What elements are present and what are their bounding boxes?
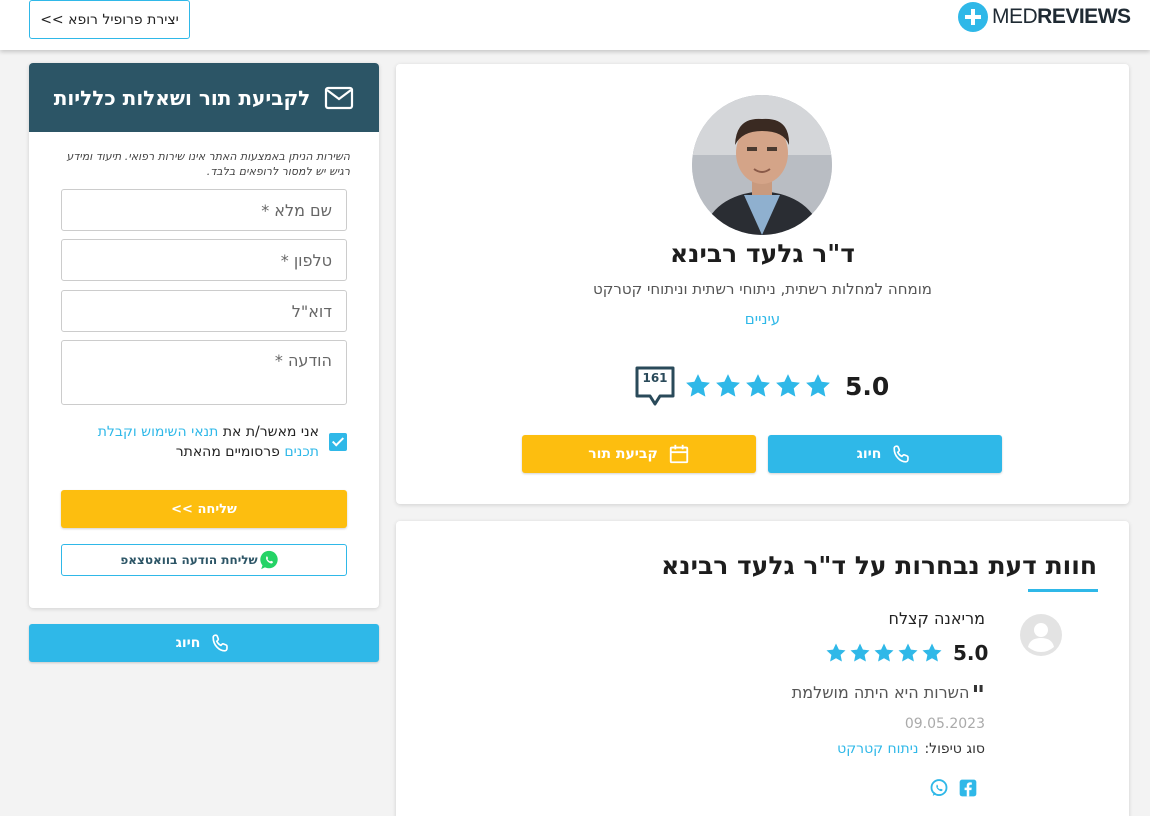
message-textarea[interactable] [61,340,347,405]
whatsapp-icon [259,550,278,570]
disclaimer-text: השירות הניתן באמצעות האתר אינו שירות רפו… [66,150,350,178]
review-count: 161 [642,371,668,385]
title-underline [1028,589,1098,592]
treatment-type-link[interactable]: ניתוח קטרקט [837,741,918,757]
phone-icon [893,445,910,463]
consent-row: אני מאשר/ת את תנאי השימוש וקבלת תכנים פר… [61,422,347,462]
star-icon [776,374,800,397]
whatsapp-message-button[interactable]: שליחת הודעה בוואטצאפ [61,544,347,576]
share-buttons [929,778,978,798]
doctor-specialty: מומחה למחלות רשתית, ניתוחי רשתית וניתוחי… [593,280,932,298]
star-icon [686,374,710,397]
rating-summary: 161 5.0 [634,365,889,407]
doctor-name: ד"ר גלעד רבינא [669,239,855,268]
top-header: יצירת פרופיל רופא >> MEDREVIEWS [0,0,1150,50]
whatsapp-share-icon[interactable] [929,778,949,798]
calendar-icon [669,444,688,464]
logo-text: MEDREVIEWS [992,5,1131,28]
review-quote: "השרות היא היתה מושלמת [791,681,985,711]
phone-input[interactable] [61,239,347,281]
review-score: 5.0 [953,641,989,665]
star-icon [922,643,942,662]
star-icon [850,643,870,662]
review-count-badge[interactable]: 161 [634,365,676,407]
treatment-type: סוג טיפול:ניתוח קטרקט [837,741,985,757]
doctor-photo [692,95,832,235]
send-button[interactable]: שליחה >> [61,490,347,528]
reviews-card: חוות דעת נבחרות על ד"ר גלעד רבינא מריאנה… [396,521,1129,816]
star-rating [683,371,833,401]
quote-mark-icon: " [971,681,985,711]
star-icon [806,374,830,397]
reviewer-avatar-icon [1019,613,1063,657]
contact-header: לקביעת תור ושאלות כלליות [29,63,379,132]
review-star-rating [824,641,944,665]
reviewer-name: מריאנה קצלח [888,609,985,628]
book-appointment-button[interactable]: קביעת תור [522,435,756,473]
star-icon [826,643,846,662]
phone-icon [212,634,229,652]
create-doctor-profile-button[interactable]: יצירת פרופיל רופא >> [29,0,190,39]
reviews-title: חוות דעת נבחרות על ד"ר גלעד רבינא [661,551,1097,580]
consent-checkbox[interactable] [329,433,347,451]
full-name-input[interactable] [61,189,347,231]
medreviews-logo[interactable]: MEDREVIEWS [958,2,1131,32]
consent-text: אני מאשר/ת את תנאי השימוש וקבלת תכנים פר… [97,424,319,460]
contact-title: לקביעת תור ושאלות כלליות [53,85,311,110]
call-button[interactable]: חיוג [768,435,1002,473]
sidebar-call-button[interactable]: חיוג [29,624,379,662]
contact-form-card: לקביעת תור ושאלות כלליות השירות הניתן בא… [29,63,379,608]
facebook-share-icon[interactable] [958,778,978,798]
review-date: 09.05.2023 [904,716,985,732]
star-icon [898,643,918,662]
star-icon [746,374,770,397]
rating-score: 5.0 [845,371,890,401]
star-icon [716,374,740,397]
doctor-profile-card: ד"ר גלעד רבינא מומחה למחלות רשתית, ניתוח… [396,64,1129,504]
envelope-icon [325,86,354,109]
email-input[interactable] [61,290,347,332]
field-link[interactable]: עיניים [396,310,1129,328]
plus-logo-icon [958,2,988,32]
review-rating: 5.0 [824,641,988,665]
star-icon [874,643,894,662]
